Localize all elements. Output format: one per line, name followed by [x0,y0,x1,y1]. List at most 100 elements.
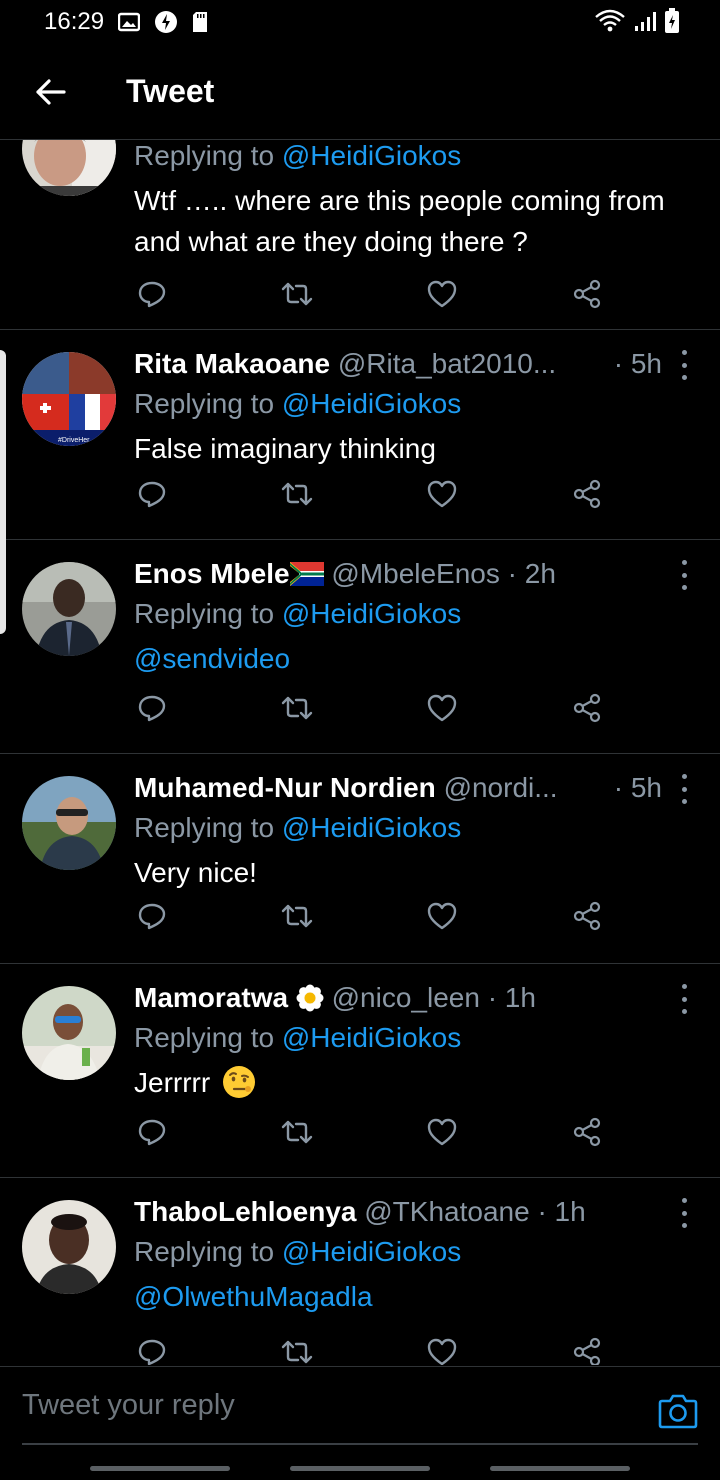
tweet-item[interactable]: #DriveHer Rita Makaoane @Rita_bat2010...… [0,330,720,540]
back-gesture-handle[interactable] [490,1466,630,1471]
avatar[interactable] [22,986,116,1080]
avatar[interactable]: #DriveHer [22,352,116,446]
like-button[interactable] [424,1334,460,1365]
retweet-button[interactable] [279,276,315,312]
more-icon [681,1198,687,1203]
share-button[interactable] [569,1114,605,1150]
like-icon [427,1118,457,1146]
retweet-icon [281,696,313,720]
avatar[interactable] [22,140,116,196]
display-name[interactable]: Muhamed-Nur Nordien [134,772,436,803]
reply-button[interactable] [134,1334,170,1365]
raised-eyebrow-emoji-icon [222,1066,255,1098]
replying-to-line: Replying to @HeidiGiokos [134,140,462,171]
retweet-button[interactable] [279,476,315,512]
tweet-item[interactable]: Enos Mbele @MbeleEnos · 2h Replying to @… [0,540,720,754]
tweet-item[interactable]: Mamoratwa @nico_leen · 1h Replying to @H… [0,964,720,1178]
tweet-header: Muhamed-Nur Nordien @nordi... [134,768,684,808]
retweet-button[interactable] [279,690,315,726]
reply-divider [22,1443,698,1445]
reply-icon [138,281,166,308]
replying-to-mention[interactable]: @HeidiGiokos [282,388,461,419]
gallery-icon [118,12,141,32]
like-icon [427,694,457,722]
share-icon [573,479,601,509]
tweet-item[interactable]: Muhamed-Nur Nordien @nordi... Replying t… [0,754,720,964]
tweet-header: Mamoratwa @nico_leen · 1h [134,978,684,1018]
replying-to-line: Replying to @HeidiGiokos [134,812,462,843]
tweet-item[interactable]: Replying to @HeidiGiokos Wtf ….. where a… [0,140,720,330]
replying-to-mention[interactable]: @HeidiGiokos [282,1022,461,1053]
like-button[interactable] [424,898,460,934]
retweet-icon [281,482,313,506]
share-icon [573,1337,601,1365]
retweet-button[interactable] [279,898,315,934]
share-button[interactable] [569,476,605,512]
more-options-button[interactable] [674,1198,694,1228]
body-mention[interactable]: @OlwethuMagadla [134,1281,373,1312]
like-button[interactable] [424,1114,460,1150]
retweet-button[interactable] [279,1334,315,1365]
sunflower-icon [296,984,324,1012]
handle[interactable]: @Rita_bat2010... [338,348,556,379]
display-name[interactable]: Mamoratwa [134,982,288,1013]
like-button[interactable] [424,476,460,512]
reply-button[interactable] [134,690,170,726]
edge-panel-handle[interactable] [0,350,6,634]
tweet-header: Enos Mbele @MbeleEnos · 2h [134,554,684,594]
tweet-header: ThaboLehloenya @TKhatoane · 1h [134,1192,684,1232]
share-button[interactable] [569,276,605,312]
share-button[interactable] [569,690,605,726]
retweet-icon [281,1340,313,1364]
reply-input[interactable]: Tweet your reply [22,1389,235,1422]
replying-to-mention[interactable]: @HeidiGiokos [282,140,461,171]
share-icon [573,693,601,723]
like-button[interactable] [424,690,460,726]
status-time: 16:29 [44,8,105,35]
like-button[interactable] [424,276,460,312]
more-icon [681,984,687,989]
display-name[interactable]: ThaboLehloenya [134,1196,356,1227]
avatar[interactable] [22,776,116,870]
replies-feed[interactable]: Replying to @HeidiGiokos Wtf ….. where a… [0,140,720,1365]
top-app-bar: Tweet [0,44,720,140]
replying-to-mention[interactable]: @HeidiGiokos [282,1236,461,1267]
replying-to-mention[interactable]: @HeidiGiokos [282,812,461,843]
reply-button[interactable] [134,898,170,934]
retweet-button[interactable] [279,1114,315,1150]
south-africa-flag-icon [289,562,324,586]
body-mention[interactable]: @sendvideo [134,643,290,674]
like-icon [427,1338,457,1365]
handle[interactable]: @MbeleEnos [331,558,500,589]
share-icon [573,279,601,309]
reply-button[interactable] [134,476,170,512]
share-button[interactable] [569,1334,605,1365]
retweet-icon [281,282,313,306]
handle[interactable]: @nordi... [444,772,558,803]
timestamp: · 2h [507,558,556,589]
camera-button[interactable] [658,1393,698,1433]
avatar[interactable] [22,1200,116,1294]
handle[interactable]: @TKhatoane [364,1196,529,1227]
more-options-button[interactable] [674,984,694,1014]
tweet-text: Wtf ….. where are this people coming fro… [134,185,665,257]
more-options-button[interactable] [674,560,694,590]
reply-composer[interactable]: Tweet your reply [0,1366,720,1456]
retweet-icon [281,904,313,928]
share-button[interactable] [569,898,605,934]
recents-gesture-handle[interactable] [90,1466,230,1471]
home-gesture-handle[interactable] [290,1466,430,1471]
avatar[interactable] [22,562,116,656]
handle[interactable]: @nico_leen [332,982,480,1013]
camera-icon [658,1394,698,1429]
more-options-button[interactable] [674,350,694,380]
tweet-actions [134,476,624,516]
more-options-button[interactable] [674,774,694,804]
display-name[interactable]: Enos Mbele [134,558,290,589]
display-name[interactable]: Rita Makaoane [134,348,330,379]
reply-button[interactable] [134,276,170,312]
reply-button[interactable] [134,1114,170,1150]
replying-to-mention[interactable]: @HeidiGiokos [282,598,461,629]
tweet-item[interactable]: ThaboLehloenya @TKhatoane · 1h Replying … [0,1178,720,1365]
back-button[interactable] [0,44,100,140]
